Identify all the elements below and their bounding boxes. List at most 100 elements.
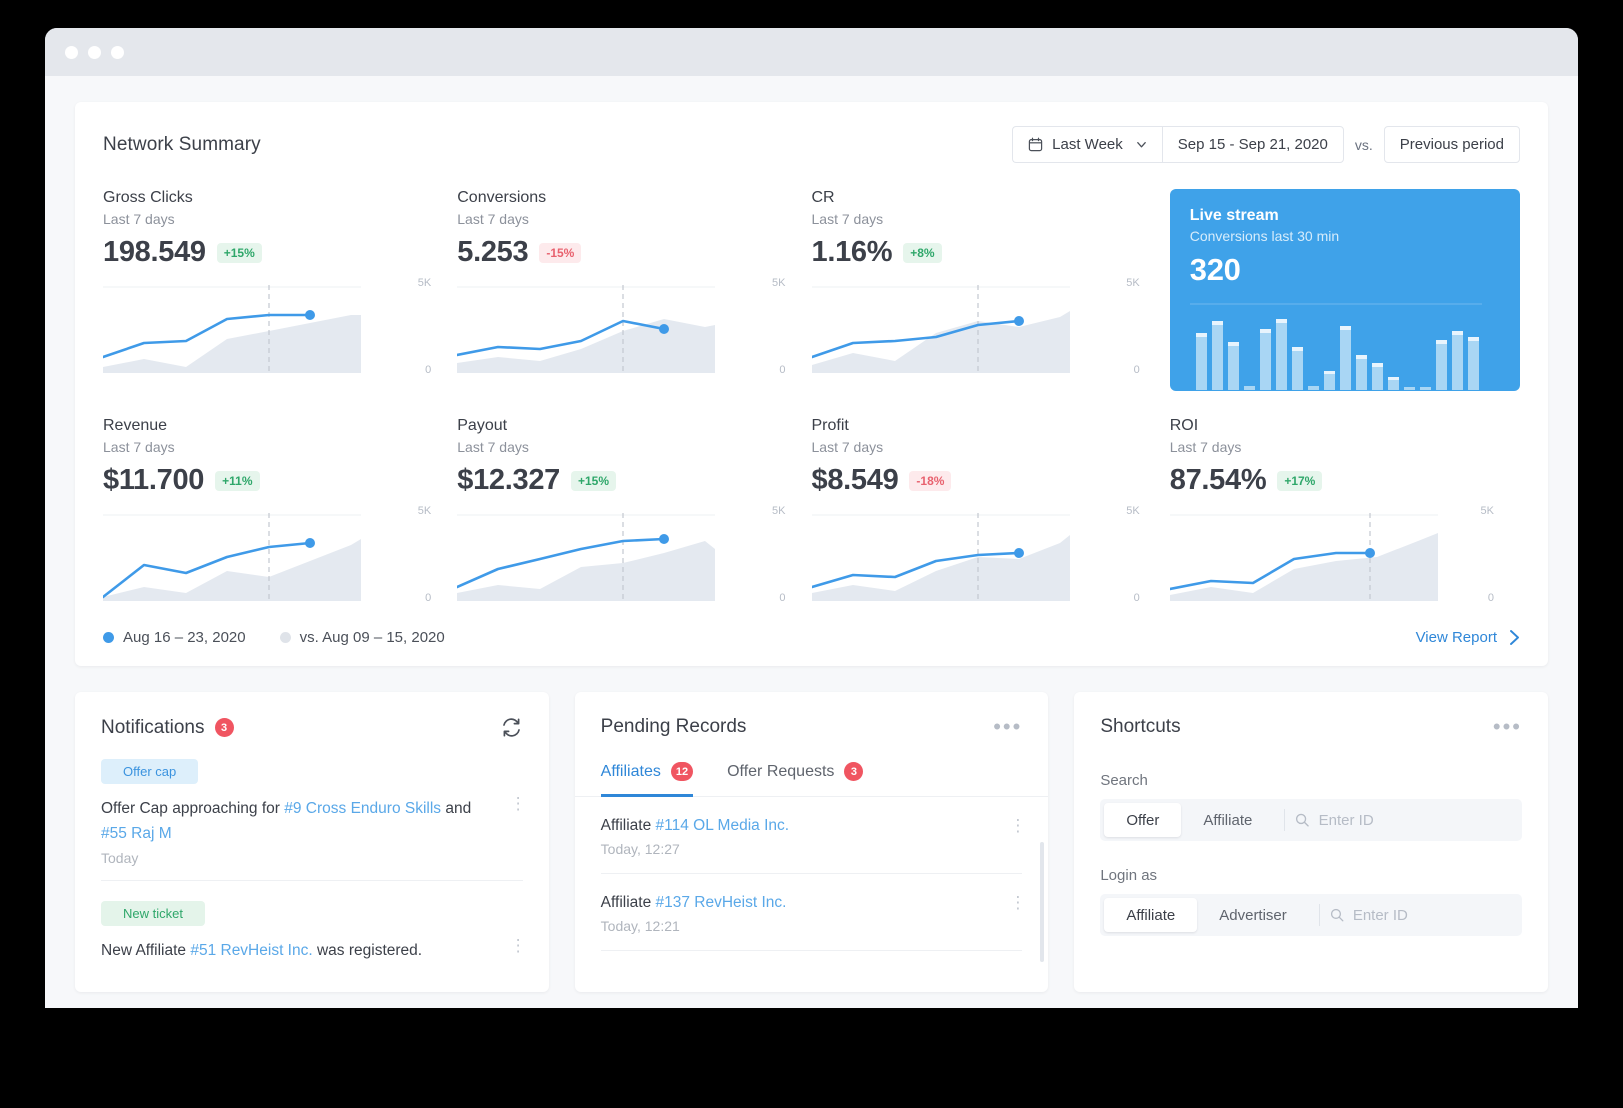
kpi-subtitle: Last 7 days	[811, 211, 884, 227]
notification-link-affiliate[interactable]: #55 Raj M	[101, 825, 172, 842]
notification-text-before: New Affiliate	[101, 942, 191, 959]
page-title: Network Summary	[103, 133, 261, 155]
shortcuts-menu-icon[interactable]: •••	[1493, 716, 1522, 738]
record-link[interactable]: #137 RevHeist Inc.	[656, 894, 787, 911]
kpi-subtitle: Last 7 days	[457, 439, 529, 455]
pending-records-menu-icon[interactable]: •••	[993, 716, 1022, 738]
dashboard-page: Network Summary Last Week Sep 15 - Sep 2…	[45, 76, 1578, 992]
date-range-text: Sep 15 - Sep 21, 2020	[1177, 136, 1328, 153]
kpi-profit: Profit Last 7 days $8.549 -18% 5K 0	[811, 417, 1166, 604]
kpi-sparkline: 5K 0	[811, 505, 1140, 604]
window-close-dot[interactable]	[65, 45, 78, 59]
pending-records-panel: Pending Records ••• Affiliates 12 Offer …	[574, 692, 1049, 992]
pending-records-scrollbar[interactable]	[1040, 842, 1045, 962]
sparkline-chart	[457, 513, 716, 601]
kpi-row-top: Gross Clicks Last 7 days 198.549 +15% 5K…	[103, 189, 1520, 391]
shortcuts-title: Shortcuts	[1100, 716, 1181, 737]
record-menu-icon[interactable]: ⋮	[1009, 894, 1026, 911]
notification-tag: New ticket	[101, 901, 205, 926]
kpi-sparkline: 5K 0	[103, 277, 432, 376]
date-preset-dropdown[interactable]: Last Week	[1012, 126, 1162, 163]
segment-separator	[1284, 809, 1286, 831]
kpi-delta-badge: -15%	[539, 242, 582, 263]
list-divider	[600, 950, 1023, 951]
chevron-right-icon	[1510, 630, 1519, 645]
login-as-advertiser-button[interactable]: Advertiser	[1197, 898, 1309, 932]
kpi-subtitle: Last 7 days	[103, 211, 175, 227]
segment-separator	[1318, 904, 1320, 926]
date-range-display[interactable]: Sep 15 - Sep 21, 2020	[1161, 126, 1344, 163]
sparkline-chart	[1169, 513, 1438, 601]
kpi-cr: CR Last 7 days 1.16% +8% 5K 0	[811, 189, 1166, 391]
browser-titlebar	[45, 28, 1578, 76]
login-id-input[interactable]	[1352, 906, 1518, 924]
shortcuts-panel: Shortcuts ••• Search Offer Affiliate Ent…	[1074, 692, 1548, 992]
record-prefix: Affiliate	[600, 817, 656, 834]
record-menu-icon[interactable]: ⋮	[1009, 817, 1026, 834]
notification-menu-icon[interactable]: ⋮	[510, 937, 527, 954]
notification-text: Offer Cap approaching for #9 Cross Endur…	[101, 796, 523, 846]
kpi-subtitle: Last 7 days	[103, 439, 175, 455]
view-report-link[interactable]: View Report	[1416, 629, 1520, 646]
pending-record-row[interactable]: Affiliate #137 RevHeist Inc. Today, 12:2…	[575, 874, 1049, 950]
notification-menu-icon[interactable]: ⋮	[510, 795, 527, 812]
notification-item[interactable]: New ticket New Affiliate #51 RevHeist In…	[75, 881, 549, 977]
axis-label-top: 5K	[1126, 505, 1140, 517]
segment-label: Advertiser	[1219, 906, 1287, 924]
notification-item[interactable]: Offer cap Offer Cap approaching for #9 C…	[75, 739, 549, 880]
legend-item-current: Aug 16 – 23, 2020	[103, 629, 246, 646]
sparkline-chart	[811, 513, 1070, 601]
kpi-title: Profit	[811, 417, 849, 434]
browser-window: Network Summary Last Week Sep 15 - Sep 2…	[45, 28, 1578, 1008]
search-input-wrap	[1295, 811, 1518, 829]
kpi-row-bottom: Revenue Last 7 days $11.700 +11% 5K 0 Pa…	[103, 417, 1520, 604]
window-maximize-dot[interactable]	[111, 45, 124, 59]
compare-period-button[interactable]: Previous period	[1383, 126, 1520, 163]
date-preset-label: Last Week	[1052, 136, 1123, 153]
tab-offer-requests[interactable]: Offer Requests 3	[727, 762, 864, 797]
record-time: Today, 12:21	[600, 918, 680, 934]
sparkline-chart	[457, 285, 716, 373]
kpi-value: 1.16%	[811, 236, 893, 268]
calendar-icon	[1028, 137, 1043, 152]
kpi-value: $8.549	[811, 464, 899, 496]
tab-count-badge: 3	[844, 762, 864, 781]
record-prefix: Affiliate	[600, 894, 656, 911]
kpi-title: Gross Clicks	[103, 189, 193, 206]
axis-label-bottom: 0	[779, 364, 786, 376]
summary-footer: Aug 16 – 23, 2020 vs. Aug 09 – 15, 2020 …	[103, 629, 1520, 646]
search-type-affiliate-button[interactable]: Affiliate	[1181, 803, 1274, 837]
kpi-sparkline: 5K 0	[103, 505, 432, 604]
axis-label-bottom: 0	[425, 592, 432, 604]
pending-record-row[interactable]: Affiliate #114 OL Media Inc. Today, 12:2…	[575, 797, 1049, 873]
kpi-delta-badge: -18%	[909, 470, 952, 491]
shortcuts-body: Search Offer Affiliate Enter ID Login as…	[1074, 738, 1548, 936]
kpi-subtitle: Last 7 days	[1169, 439, 1242, 455]
search-icon	[1330, 908, 1344, 922]
notifications-title-group: Notifications 3	[101, 717, 234, 739]
tab-label: Offer Requests	[727, 762, 835, 780]
search-type-offer-button[interactable]: Offer	[1104, 803, 1182, 837]
notification-link-offer[interactable]: #9 Cross Enduro Skills	[284, 800, 441, 817]
login-section-label: Login as	[1100, 867, 1158, 884]
login-segmented-control: Affiliate Advertiser	[1100, 894, 1522, 936]
notifications-count-badge: 3	[214, 718, 234, 737]
refresh-icon[interactable]	[500, 716, 523, 739]
kpi-value: $11.700	[103, 464, 205, 496]
tab-label: Affiliates	[600, 762, 661, 780]
search-id-input[interactable]	[1318, 811, 1518, 829]
kpi-title: Revenue	[103, 417, 168, 434]
login-as-affiliate-button[interactable]: Affiliate	[1104, 898, 1198, 932]
axis-label-bottom: 0	[425, 364, 432, 376]
record-link[interactable]: #114 OL Media Inc.	[656, 817, 790, 834]
kpi-revenue: Revenue Last 7 days $11.700 +11% 5K 0	[103, 417, 457, 604]
kpi-value: 87.54%	[1169, 464, 1267, 496]
tab-affiliates[interactable]: Affiliates 12	[600, 762, 694, 797]
live-stream-bar-chart	[1189, 303, 1482, 390]
notification-link-affiliate[interactable]: #51 RevHeist Inc.	[190, 942, 312, 959]
summary-header: Network Summary Last Week Sep 15 - Sep 2…	[103, 126, 1520, 163]
axis-label-top: 5K	[1126, 277, 1140, 289]
compare-period-label: Previous period	[1399, 136, 1504, 153]
notifications-panel: Notifications 3 Offer cap Offer Cap appr…	[75, 692, 549, 992]
window-minimize-dot[interactable]	[88, 45, 101, 59]
